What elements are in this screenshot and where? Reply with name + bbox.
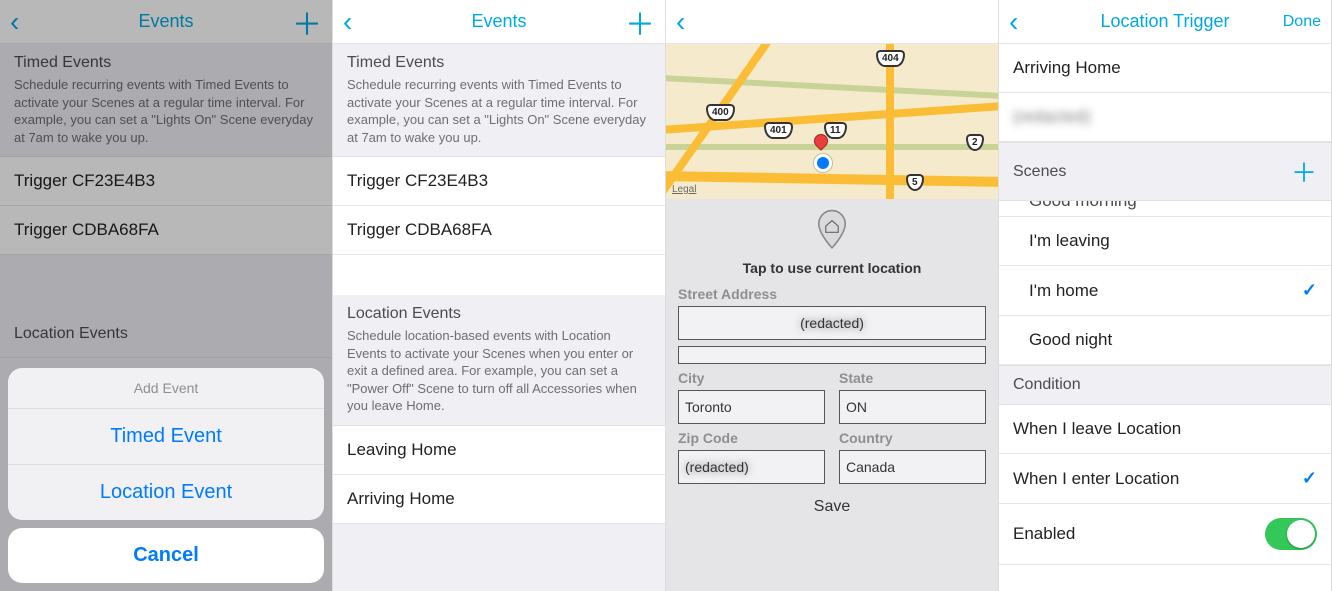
scene-row[interactable]: I'm home ✓ bbox=[999, 266, 1331, 316]
state-input[interactable]: ON bbox=[839, 390, 986, 424]
save-button[interactable]: Save bbox=[814, 498, 850, 516]
route-shield: 400 bbox=[706, 104, 735, 121]
checkmark-icon: ✓ bbox=[1302, 468, 1317, 489]
condition-row[interactable]: When I enter Location ✓ bbox=[999, 454, 1331, 504]
street-input[interactable]: (redacted) bbox=[678, 306, 986, 340]
screen-location-trigger: ‹ Location Trigger Done Arriving Home (r… bbox=[999, 0, 1332, 591]
page-title: Events bbox=[333, 11, 665, 32]
condition-label: When I leave Location bbox=[1013, 419, 1181, 439]
home-pin-icon[interactable] bbox=[811, 209, 853, 251]
screen-events: ‹ Events ＋ Timed Events Schedule recurri… bbox=[333, 0, 666, 591]
condition-header: Condition bbox=[999, 365, 1331, 405]
section-title: Timed Events bbox=[347, 54, 651, 72]
enabled-toggle[interactable] bbox=[1265, 518, 1317, 550]
back-button[interactable]: ‹ bbox=[1009, 6, 1039, 38]
option-location-event[interactable]: Location Event bbox=[8, 465, 324, 520]
enabled-label: Enabled bbox=[1013, 524, 1075, 544]
scene-row[interactable]: Good night bbox=[999, 316, 1331, 365]
page-title: Location Trigger bbox=[999, 11, 1331, 32]
navbar: ‹ bbox=[666, 0, 998, 44]
scene-row[interactable]: I'm leaving bbox=[999, 217, 1331, 266]
section-location-events: Location Events Schedule location-based … bbox=[333, 295, 665, 426]
condition-label: When I enter Location bbox=[1013, 469, 1179, 489]
back-button[interactable]: ‹ bbox=[343, 6, 373, 38]
done-button[interactable]: Done bbox=[1283, 13, 1321, 31]
street2-input[interactable] bbox=[678, 346, 986, 364]
section-timed-events: Timed Events Schedule recurring events w… bbox=[333, 44, 665, 157]
content: Arriving Home (redacted) Scenes ＋ Good m… bbox=[999, 44, 1331, 591]
section-description: Schedule location-based events with Loca… bbox=[347, 327, 651, 415]
section-title: Scenes bbox=[1013, 163, 1066, 181]
trigger-row[interactable]: Trigger CF23E4B3 bbox=[333, 157, 665, 206]
label-street: Street Address bbox=[678, 286, 986, 302]
location-event-row[interactable]: Leaving Home bbox=[333, 426, 665, 475]
cancel-button[interactable]: Cancel bbox=[8, 528, 324, 583]
add-scene-button[interactable]: ＋ bbox=[1291, 153, 1317, 190]
navbar: ‹ Location Trigger Done bbox=[999, 0, 1331, 44]
label-country: Country bbox=[839, 430, 986, 446]
trigger-row[interactable]: Trigger CDBA68FA bbox=[333, 206, 665, 255]
navbar: ‹ Events ＋ bbox=[333, 0, 665, 44]
trigger-name-row[interactable]: Arriving Home bbox=[999, 44, 1331, 93]
country-input[interactable]: Canada bbox=[839, 450, 986, 484]
scene-label: Good night bbox=[1029, 330, 1112, 350]
label-city: City bbox=[678, 370, 825, 386]
legal-link[interactable]: Legal bbox=[672, 184, 696, 195]
screen-events-sheet: ‹ Events ＋ Timed Events Schedule recurri… bbox=[0, 0, 333, 591]
enabled-row: Enabled bbox=[999, 504, 1331, 565]
scene-label: I'm leaving bbox=[1029, 231, 1110, 251]
back-button[interactable]: ‹ bbox=[676, 6, 706, 38]
current-location-icon bbox=[814, 154, 832, 172]
route-shield: 404 bbox=[876, 50, 905, 67]
screen-location-edit: ‹ 404 400 401 11 2 5 Legal Tap to use cu… bbox=[666, 0, 999, 591]
map-view[interactable]: 404 400 401 11 2 5 Legal bbox=[666, 44, 998, 199]
scenes-header: Scenes ＋ bbox=[999, 142, 1331, 201]
route-shield: 401 bbox=[764, 122, 793, 139]
add-button[interactable]: ＋ bbox=[625, 0, 655, 44]
city-input[interactable]: Toronto bbox=[678, 390, 825, 424]
action-sheet: Add Event Timed Event Location Event bbox=[8, 368, 324, 520]
route-shield: 5 bbox=[906, 174, 924, 191]
zip-input[interactable]: (redacted) bbox=[678, 450, 825, 484]
label-state: State bbox=[839, 370, 986, 386]
use-current-location-button[interactable]: Tap to use current location bbox=[678, 260, 986, 276]
scene-row-partial[interactable]: Good morning bbox=[999, 201, 1331, 217]
option-timed-event[interactable]: Timed Event bbox=[8, 409, 324, 465]
section-description: Schedule recurring events with Timed Eve… bbox=[347, 76, 651, 146]
scene-label: I'm home bbox=[1029, 281, 1098, 301]
trigger-address-row[interactable]: (redacted) bbox=[999, 93, 1331, 142]
section-title: Condition bbox=[1013, 376, 1081, 394]
action-sheet-title: Add Event bbox=[8, 368, 324, 409]
checkmark-icon: ✓ bbox=[1302, 280, 1317, 301]
section-title: Location Events bbox=[347, 305, 651, 323]
location-event-row[interactable]: Arriving Home bbox=[333, 475, 665, 524]
location-form: Tap to use current location Street Addre… bbox=[666, 199, 998, 591]
label-zip: Zip Code bbox=[678, 430, 825, 446]
route-shield: 11 bbox=[824, 122, 847, 139]
content: Timed Events Schedule recurring events w… bbox=[333, 44, 665, 591]
condition-row[interactable]: When I leave Location bbox=[999, 405, 1331, 454]
action-sheet-backdrop[interactable]: Add Event Timed Event Location Event Can… bbox=[0, 0, 332, 591]
